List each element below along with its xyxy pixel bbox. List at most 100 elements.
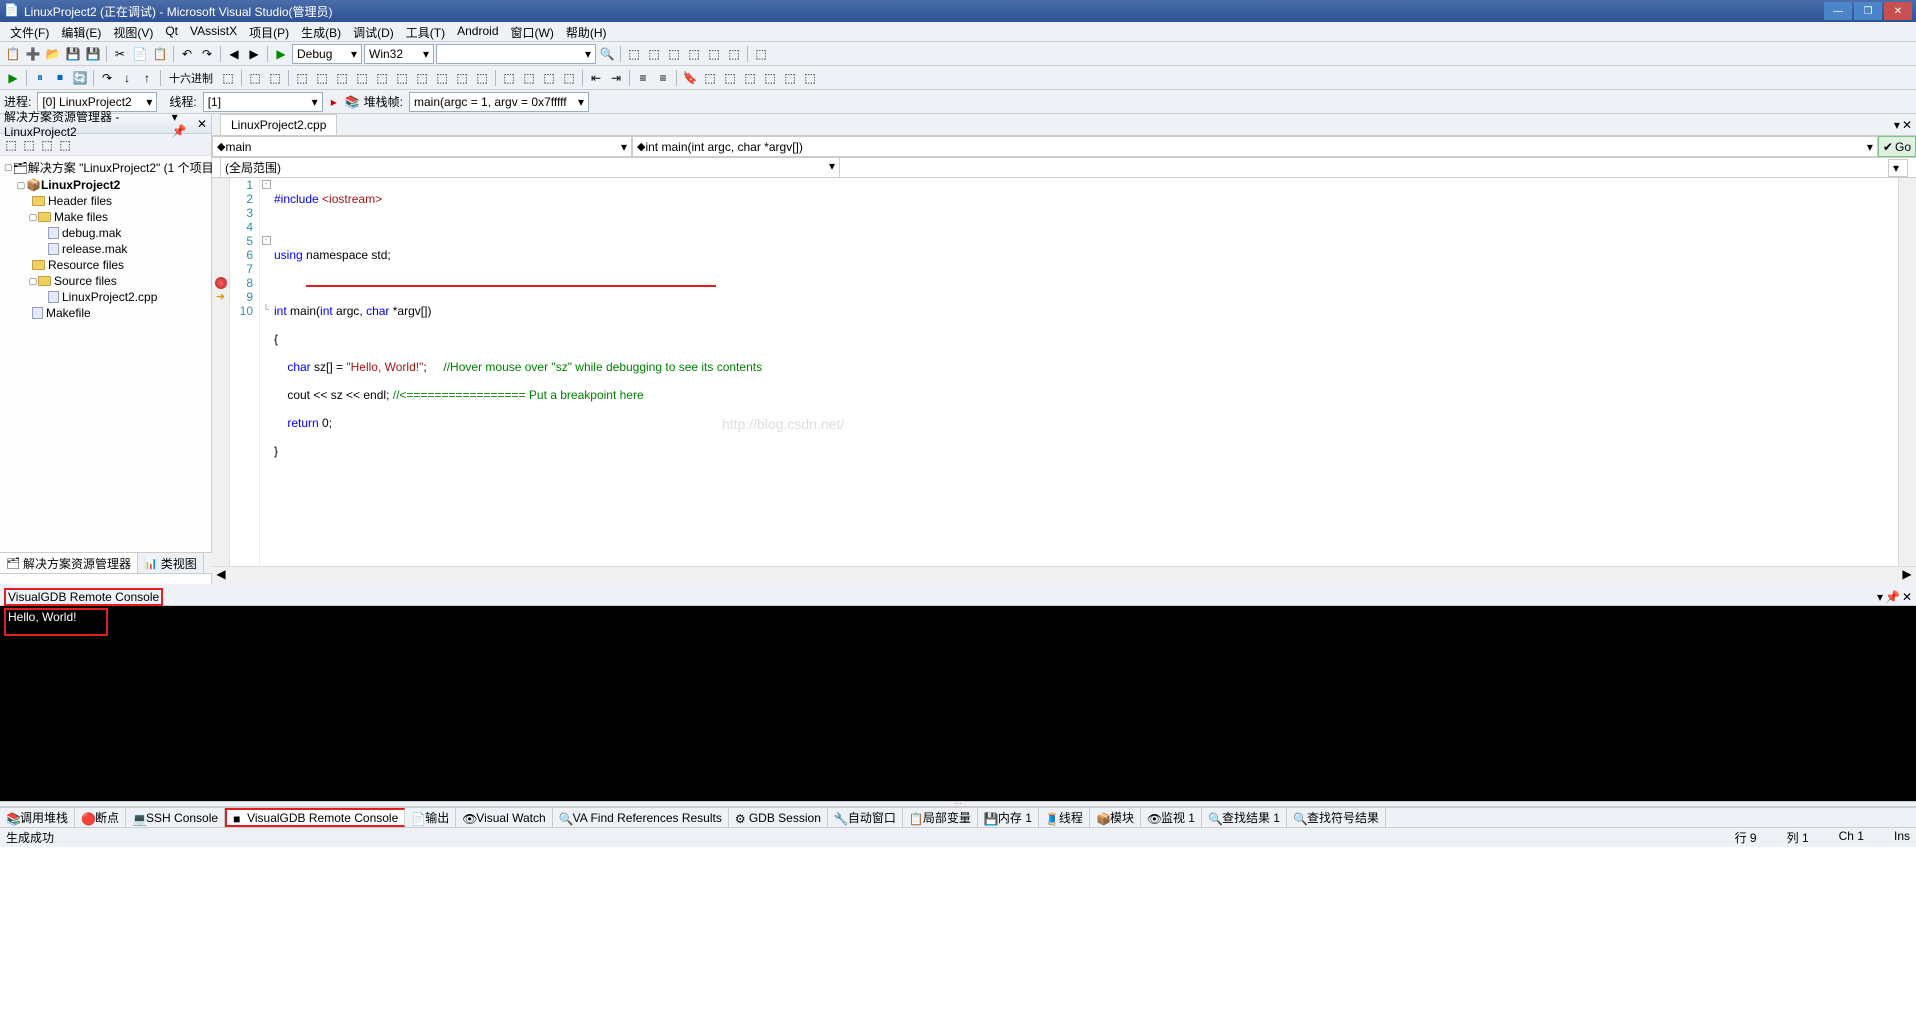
open-icon[interactable]: 📂 <box>44 45 62 63</box>
nav-fwd-icon[interactable]: ▶ <box>245 45 263 63</box>
dbg-icon-5[interactable]: ⬚ <box>333 69 351 87</box>
nav-back-icon[interactable]: ◀ <box>225 45 243 63</box>
menu-build[interactable]: 生成(B) <box>295 22 347 41</box>
refresh-icon[interactable]: ⬚ <box>38 136 56 154</box>
menu-help[interactable]: 帮助(H) <box>560 22 613 41</box>
console-dropdown-icon[interactable]: ▾ <box>1877 590 1883 604</box>
menu-tools[interactable]: 工具(T) <box>400 22 451 41</box>
tab-autos[interactable]: 🔧自动窗口 <box>828 808 903 827</box>
minimize-button[interactable]: — <box>1824 2 1852 20</box>
misc-icon-5[interactable]: ⬚ <box>781 69 799 87</box>
view-icon[interactable]: ⬚ <box>56 136 74 154</box>
tb-icon-4[interactable]: ⬚ <box>685 45 703 63</box>
menu-view[interactable]: 视图(V) <box>107 22 159 41</box>
dbg-icon-c[interactable]: ⬚ <box>473 69 491 87</box>
menu-vassistx[interactable]: VAssistX <box>184 22 243 41</box>
tab-memory[interactable]: 💾内存 1 <box>978 808 1039 827</box>
show-all-icon[interactable]: ⬚ <box>20 136 38 154</box>
console-panel[interactable]: Hello, World! <box>0 606 1916 801</box>
tb-icon-2[interactable]: ⬚ <box>645 45 663 63</box>
tab-solution-explorer[interactable]: 🗂解决方案资源管理器 <box>0 553 138 573</box>
close-button[interactable]: ✕ <box>1884 2 1912 20</box>
properties-icon[interactable]: ⬚ <box>2 136 20 154</box>
solution-node[interactable]: ▢🗂 解决方案 "LinuxProject2" (1 个项目) <box>2 158 209 177</box>
continue-icon[interactable]: ▶ <box>4 69 22 87</box>
tab-findresults[interactable]: 🔍查找结果 1 <box>1202 808 1287 827</box>
makefile-file[interactable]: Makefile <box>2 305 209 321</box>
member-dropdown[interactable]: ◆ int main(int argc, char *argv[])▾ <box>632 136 1878 157</box>
pin-icon[interactable]: ▾ 📌 <box>172 110 193 138</box>
comment-icon[interactable]: ≡ <box>634 69 652 87</box>
dbg-icon-e[interactable]: ⬚ <box>520 69 538 87</box>
misc-icon-6[interactable]: ⬚ <box>801 69 819 87</box>
dbg-icon-3[interactable]: ⬚ <box>293 69 311 87</box>
breakpoint-marker[interactable] <box>215 277 227 289</box>
menu-qt[interactable]: Qt <box>159 22 184 41</box>
stack-combo[interactable]: main(argc = 1, argv = 0x7fffff▾ <box>409 92 589 112</box>
tab-threads[interactable]: 🧵线程 <box>1039 808 1090 827</box>
dbg-icon-6[interactable]: ⬚ <box>353 69 371 87</box>
menu-window[interactable]: 窗口(W) <box>505 22 560 41</box>
dbg-icon-4[interactable]: ⬚ <box>313 69 331 87</box>
scope-dropdown-2[interactable]: ▾ <box>1888 159 1908 177</box>
tab-output[interactable]: 📄输出 <box>405 808 456 827</box>
tab-gdb[interactable]: ⚙GDB Session <box>729 808 828 827</box>
find-icon[interactable]: 🔍 <box>598 45 616 63</box>
tab-locals[interactable]: 📋局部变量 <box>903 808 978 827</box>
header-folder[interactable]: Header files <box>2 193 209 209</box>
dbg-icon-f[interactable]: ⬚ <box>540 69 558 87</box>
undo-icon[interactable]: ↶ <box>178 45 196 63</box>
indent-left-icon[interactable]: ⇤ <box>587 69 605 87</box>
tab-class-view[interactable]: 📊类视图 <box>138 553 204 573</box>
tab-ssh[interactable]: 💻SSH Console <box>126 808 225 827</box>
redo-icon[interactable]: ↷ <box>198 45 216 63</box>
restart-icon[interactable]: 🔄 <box>71 69 89 87</box>
dbg-icon-1[interactable]: ⬚ <box>246 69 264 87</box>
save-all-icon[interactable]: 💾 <box>84 45 102 63</box>
code-content[interactable]: #include <iostream> using namespace std;… <box>272 178 1898 566</box>
thread-combo[interactable]: [1]▾ <box>203 92 323 112</box>
platform-combo[interactable]: Win32▾ <box>364 44 434 64</box>
console-pin-icon[interactable]: 📌 <box>1885 590 1900 604</box>
cpp-file[interactable]: LinuxProject2.cpp <box>2 289 209 305</box>
release-mak-file[interactable]: release.mak <box>2 241 209 257</box>
dbg-icon-2[interactable]: ⬚ <box>266 69 284 87</box>
dbg-icon-b[interactable]: ⬚ <box>453 69 471 87</box>
dropdown-icon[interactable]: ▾ <box>1894 118 1900 132</box>
breakpoint-gutter[interactable]: ➜ <box>212 178 230 566</box>
fold-gutter[interactable]: --└ <box>260 178 272 566</box>
project-node[interactable]: ▢📦 LinuxProject2 <box>2 177 209 193</box>
bookmark-icon[interactable]: 🔖 <box>681 69 699 87</box>
tab-close-icon[interactable]: ✕ <box>1902 118 1912 132</box>
step-into-icon[interactable]: ↓ <box>118 69 136 87</box>
dbg-icon-8[interactable]: ⬚ <box>393 69 411 87</box>
stop-icon[interactable]: ⏹ <box>51 69 69 87</box>
misc-icon-1[interactable]: ⬚ <box>701 69 719 87</box>
start-debug-icon[interactable]: ▶ <box>272 45 290 63</box>
tab-vgdb-console[interactable]: ■VisualGDB Remote Console <box>225 808 405 827</box>
tb-icon-3[interactable]: ⬚ <box>665 45 683 63</box>
dbg-icon-a[interactable]: ⬚ <box>433 69 451 87</box>
horizontal-scrollbar[interactable]: ◀ ▶ <box>212 566 1916 584</box>
tb-icon-7[interactable]: ⬚ <box>752 45 770 63</box>
global-scope-dropdown[interactable]: (全局范围)▾ <box>220 157 840 178</box>
paste-icon[interactable]: 📋 <box>151 45 169 63</box>
editor-tab-active[interactable]: LinuxProject2.cpp <box>220 114 337 135</box>
save-icon[interactable]: 💾 <box>64 45 82 63</box>
tab-breakpoints[interactable]: 🔴断点 <box>75 808 126 827</box>
step-out-icon[interactable]: ↑ <box>138 69 156 87</box>
find-combo[interactable]: ▾ <box>436 44 596 64</box>
flag-icon[interactable]: ▸ <box>331 95 337 109</box>
make-folder[interactable]: ▢Make files <box>2 209 209 225</box>
source-folder[interactable]: ▢Source files <box>2 273 209 289</box>
add-item-icon[interactable]: ➕ <box>24 45 42 63</box>
dbg-icon-9[interactable]: ⬚ <box>413 69 431 87</box>
go-button[interactable]: ✔Go <box>1878 136 1916 157</box>
menu-file[interactable]: 文件(F) <box>4 22 55 41</box>
tb-icon-5[interactable]: ⬚ <box>705 45 723 63</box>
panel-close-icon[interactable]: ✕ <box>197 117 207 131</box>
tab-watch[interactable]: 👁监视 1 <box>1141 808 1202 827</box>
maximize-button[interactable]: ❐ <box>1854 2 1882 20</box>
dbg-icon-d[interactable]: ⬚ <box>500 69 518 87</box>
tb-icon-6[interactable]: ⬚ <box>725 45 743 63</box>
